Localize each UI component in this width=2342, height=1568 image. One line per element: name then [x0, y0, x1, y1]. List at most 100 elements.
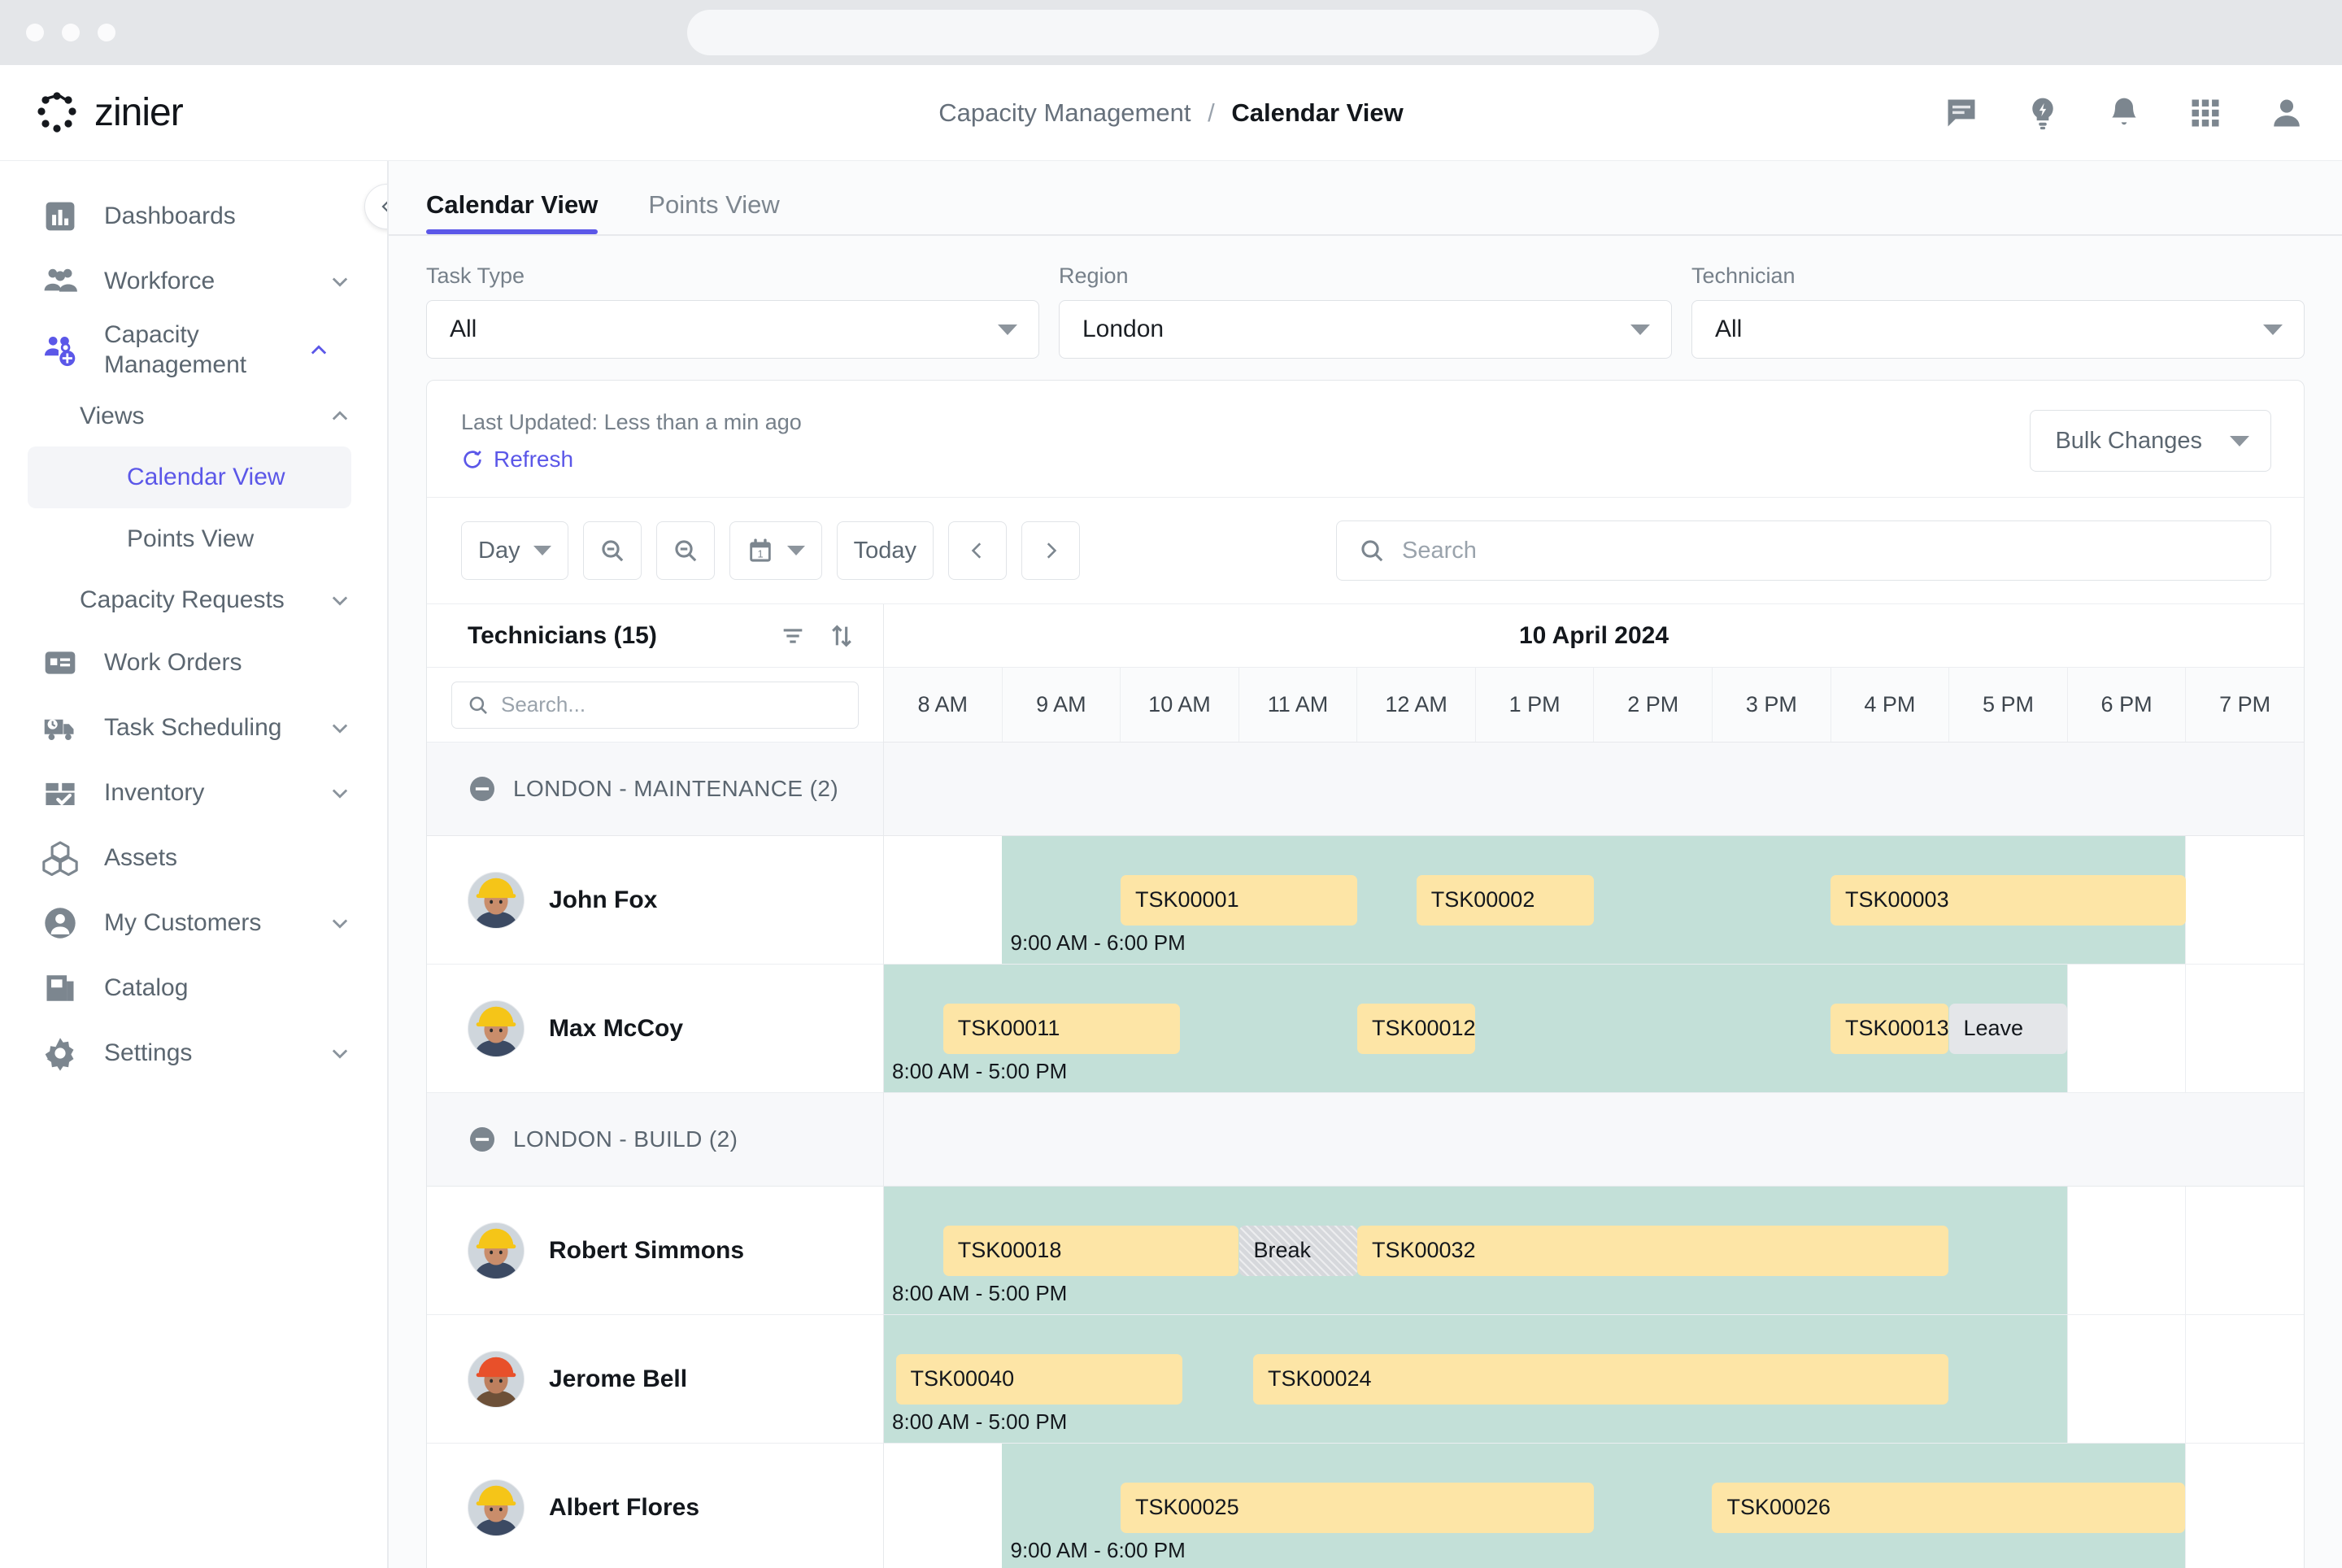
- technician-timeline-row[interactable]: TSK00040 TSK00024 8:00 AM - 5:00 PM: [884, 1315, 2304, 1444]
- message-icon[interactable]: [1944, 95, 1979, 131]
- gantt-task-block[interactable]: TSK00002: [1416, 874, 1594, 926]
- technician-timeline-row[interactable]: TSK00011 TSK00012 TSK00013 Leave 8:00 AM - 5…: [884, 965, 2304, 1093]
- close-window-dot[interactable]: [26, 24, 44, 41]
- gantt-task-label: TSK00024: [1267, 1366, 1372, 1391]
- technician-row[interactable]: Albert Flores: [427, 1444, 883, 1568]
- technician-select[interactable]: All: [1691, 300, 2305, 359]
- zoom-out-button-2[interactable]: [655, 521, 715, 580]
- today-button[interactable]: Today: [836, 521, 934, 580]
- sidebar-item-assets[interactable]: Assets: [0, 825, 387, 891]
- select-value: All: [1715, 316, 1743, 342]
- tab-calendar-view[interactable]: Calendar View: [426, 190, 599, 234]
- sidebar-item-inventory[interactable]: Inventory: [0, 760, 387, 825]
- breadcrumb-parent[interactable]: Capacity Management: [938, 98, 1191, 127]
- chevron-up-icon[interactable]: [307, 339, 330, 362]
- chevron-down-icon[interactable]: [329, 716, 351, 739]
- sidebar-item-capacity-management[interactable]: Capacity Management: [0, 314, 387, 386]
- person-circle-icon: [45, 908, 76, 939]
- timeline-grid-cell: [2185, 1315, 2304, 1443]
- calendar-search-input[interactable]: [1402, 537, 2249, 564]
- sidebar-item-my-customers[interactable]: My Customers: [0, 891, 387, 956]
- gantt-group-header[interactable]: LONDON - BUILD (2): [427, 1093, 883, 1187]
- sidebar-item-catalog[interactable]: Catalog: [0, 956, 387, 1021]
- tab-points-view[interactable]: Points View: [648, 190, 779, 234]
- gantt-task-block[interactable]: TSK00012: [1356, 1003, 1476, 1054]
- chevron-down-icon[interactable]: [329, 1042, 351, 1065]
- sidebar-group-capacity-requests[interactable]: Capacity Requests: [0, 570, 387, 630]
- app-logo[interactable]: zinier: [34, 90, 184, 136]
- technician-timeline-row[interactable]: TSK00025 TSK00026 9:00 AM - 6:00 PM: [884, 1444, 2304, 1568]
- avatar: [468, 871, 525, 929]
- chevron-down-icon[interactable]: [329, 912, 351, 934]
- sidebar-item-points-view[interactable]: Points View: [28, 508, 351, 570]
- chevron-down-icon[interactable]: [329, 589, 351, 612]
- timeline-rows: TSK00001 TSK00002 TSK00003 9:00 AM - 6:00 P…: [884, 743, 2304, 1568]
- gantt-task-block[interactable]: TSK00001: [1121, 874, 1357, 926]
- refresh-button[interactable]: Refresh: [461, 446, 802, 473]
- technician-timeline-row[interactable]: TSK00001 TSK00002 TSK00003 9:00 AM - 6:00 P…: [884, 836, 2304, 965]
- gantt-task-block[interactable]: TSK00040: [895, 1353, 1182, 1405]
- sidebar-item-dashboards[interactable]: Dashboards: [0, 184, 387, 249]
- technician-row[interactable]: Robert Simmons: [427, 1187, 883, 1315]
- gantt-task-label: TSK00026: [1726, 1495, 1831, 1519]
- technician-row[interactable]: Jerome Bell: [427, 1315, 883, 1444]
- gantt-task-block[interactable]: TSK00025: [1121, 1482, 1594, 1533]
- range-select-day[interactable]: Day: [461, 521, 568, 580]
- technician-row[interactable]: Max McCoy: [427, 965, 883, 1093]
- bulk-changes-button[interactable]: Bulk Changes: [2030, 410, 2271, 472]
- timeline-hour-cell: 5 PM: [1948, 668, 2067, 742]
- gantt-task-block[interactable]: TSK00018: [942, 1225, 1239, 1276]
- breadcrumb-separator: /: [1208, 98, 1215, 127]
- sidebar-group-views[interactable]: Views: [0, 386, 387, 446]
- gantt-task-block[interactable]: Break: [1238, 1225, 1357, 1276]
- gantt-task-block[interactable]: TSK00011: [942, 1003, 1180, 1054]
- user-avatar-icon[interactable]: [2269, 95, 2305, 131]
- bell-icon[interactable]: [2106, 95, 2142, 131]
- calendar-search-box[interactable]: [1336, 520, 2271, 581]
- apps-grid-icon[interactable]: [2187, 95, 2223, 131]
- chevron-down-icon: [2230, 435, 2249, 446]
- technician-search-box[interactable]: [451, 681, 859, 729]
- sidebar-item-calendar-view[interactable]: Calendar View: [28, 446, 351, 509]
- calendar-date-picker-button[interactable]: 1: [729, 521, 822, 580]
- gantt-task-block[interactable]: TSK00026: [1712, 1482, 2186, 1533]
- chevron-up-icon[interactable]: [329, 405, 351, 428]
- technician-column-header: Technicians (15): [427, 604, 883, 668]
- technician-row[interactable]: John Fox: [427, 836, 883, 965]
- gantt-task-block[interactable]: TSK00003: [1831, 874, 2186, 926]
- gantt-task-block[interactable]: TSK00024: [1252, 1353, 1949, 1405]
- technician-search-input[interactable]: [501, 692, 843, 717]
- sidebar-item-work-orders[interactable]: Work Orders: [0, 630, 387, 695]
- region-select[interactable]: London: [1059, 300, 1672, 359]
- gantt-group-title: LONDON - MAINTENANCE (2): [513, 776, 839, 801]
- lightbulb-icon[interactable]: [2025, 95, 2061, 131]
- sidebar-item-label: Dashboards: [104, 202, 236, 229]
- sidebar-item-label: Task Scheduling: [104, 713, 282, 741]
- chevron-down-icon[interactable]: [329, 270, 351, 293]
- previous-period-button[interactable]: [947, 521, 1007, 580]
- gantt-task-block[interactable]: TSK00032: [1356, 1225, 1949, 1276]
- collapse-group-icon[interactable]: [468, 774, 497, 804]
- sidebar-item-task-scheduling[interactable]: Task Scheduling: [0, 695, 387, 760]
- timeline-grid-cell: [884, 836, 1002, 964]
- url-bar[interactable]: [687, 10, 1659, 55]
- zoom-out-button-1[interactable]: [582, 521, 642, 580]
- chevron-down-icon[interactable]: [329, 782, 351, 804]
- gantt-task-label: TSK00040: [910, 1366, 1015, 1391]
- filter-icon[interactable]: [779, 622, 807, 650]
- technician-timeline-row[interactable]: TSK00018 Break TSK00032 8:00 AM - 5:00 PM: [884, 1187, 2304, 1315]
- sidebar-item-settings[interactable]: Settings: [0, 1021, 387, 1086]
- minimize-window-dot[interactable]: [62, 24, 80, 41]
- sidebar-item-workforce[interactable]: Workforce: [0, 249, 387, 314]
- refresh-label: Refresh: [494, 446, 574, 472]
- maximize-window-dot[interactable]: [98, 24, 115, 41]
- gantt-task-label: TSK00011: [957, 1016, 1060, 1040]
- next-period-button[interactable]: [1021, 521, 1080, 580]
- task-type-select[interactable]: All: [426, 300, 1039, 359]
- people-icon: [44, 268, 77, 292]
- sort-icon[interactable]: [828, 622, 855, 650]
- gantt-task-block[interactable]: TSK00013: [1831, 1003, 1949, 1054]
- collapse-group-icon[interactable]: [468, 1125, 497, 1154]
- gantt-group-header[interactable]: LONDON - MAINTENANCE (2): [427, 743, 883, 836]
- gantt-task-block[interactable]: Leave: [1948, 1003, 2067, 1054]
